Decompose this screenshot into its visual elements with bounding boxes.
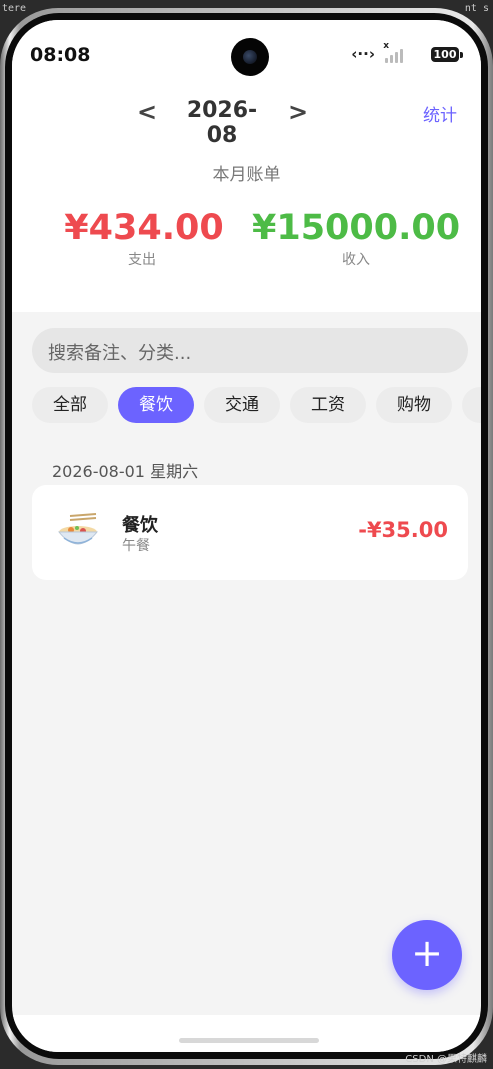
prev-month-button[interactable]: < [132,98,162,126]
next-month-button[interactable]: > [283,98,313,126]
current-month-label: 2026-08 [186,98,258,148]
income-total: ¥15000.00 [252,208,461,248]
add-record-button[interactable]: + [392,920,462,990]
statistics-button[interactable]: 统计 [423,101,457,126]
record-item[interactable]: 餐饮 午餐 -¥35.00 [32,485,468,580]
category-chip-salary[interactable]: 工资 [290,387,366,423]
status-time: 08:08 [30,44,91,66]
front-camera [231,38,269,76]
record-note: 午餐 [122,538,150,554]
category-chip-entertainment[interactable]: 娱 [462,387,481,423]
status-bar: 08:08 ‹··› x 100 [12,20,481,80]
background-editor-right-text: nt s [464,3,489,14]
search-input[interactable]: 搜索备注、分类... [32,328,468,373]
category-chip-dining[interactable]: 餐饮 [118,387,194,423]
record-category: 餐饮 [122,515,158,536]
category-chip-shopping[interactable]: 购物 [376,387,452,423]
expense-total: ¥434.00 [64,208,224,248]
noodle-bowl-icon [57,513,99,545]
monthly-bill-title: 本月账单 [212,165,281,185]
category-chip-all[interactable]: 全部 [32,387,108,423]
record-date-header: 2026-08-01 星期六 [52,462,199,481]
bottom-bar [12,1015,481,1052]
category-filter-bar: 全部 餐饮 交通 工资 购物 娱 [32,387,481,423]
status-icons: ‹··› x 100 [323,41,463,65]
signal-icon [383,47,407,63]
data-transfer-icon: ‹··› [351,45,375,63]
expense-label: 支出 [128,252,156,268]
summary-panel: 08:08 ‹··› x 100 < 2026-08 > 统计 本月账单 ¥43… [12,20,481,312]
search-placeholder: 搜索备注、分类... [48,343,192,364]
watermark: CSDN @果特麒麟 [405,1054,487,1065]
home-indicator[interactable] [179,1038,319,1043]
income-label: 收入 [342,252,370,268]
background-editor-left-text: tere [2,3,27,14]
app-screen: 08:08 ‹··› x 100 < 2026-08 > 统计 本月账单 ¥43… [12,20,481,1052]
battery-icon: 100 [431,47,463,62]
category-chip-transport[interactable]: 交通 [204,387,280,423]
record-amount: -¥35.00 [358,518,448,542]
month-navigation: < 2026-08 > 统计 [12,98,481,148]
